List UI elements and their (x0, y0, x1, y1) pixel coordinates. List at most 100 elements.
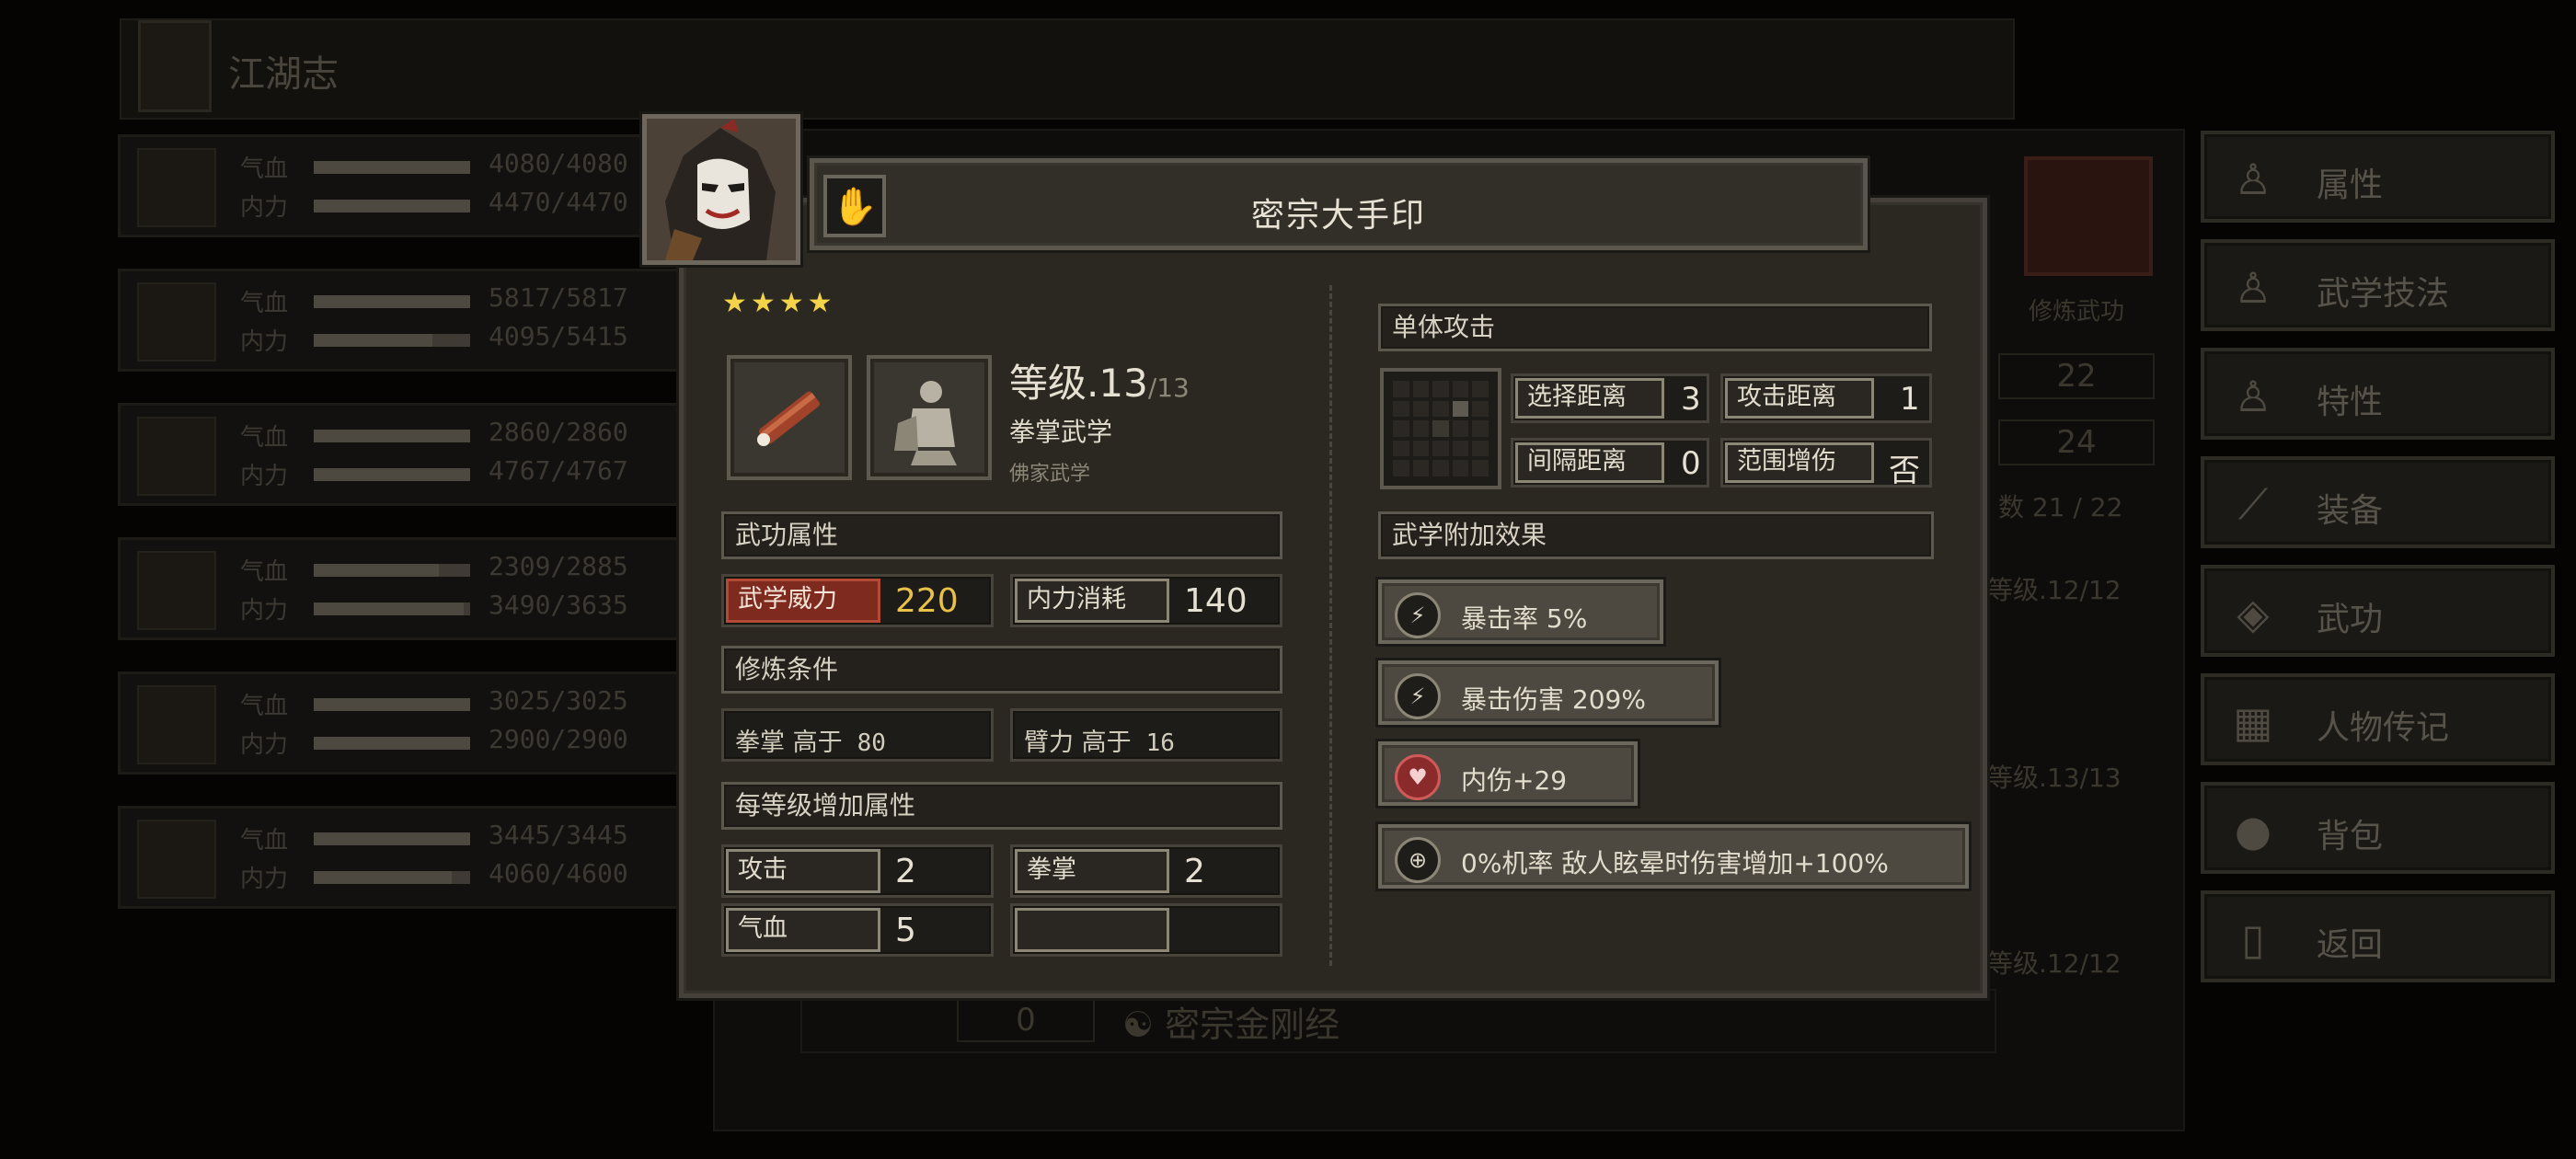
power-cell: 武学威力 220 (721, 574, 994, 627)
party-member-card[interactable]: 气血 内力 3025/3025 2900/2900 (118, 671, 707, 775)
level-current: 13 (1098, 361, 1148, 406)
hp-value: 3025/3025 (489, 685, 628, 716)
avatar (137, 820, 216, 899)
menu-attributes-button[interactable]: ♙ 属性 (2201, 131, 2555, 223)
range-grid (1380, 368, 1501, 489)
avatar (137, 148, 216, 227)
party-member-card[interactable]: 气血 内力 4080/4080 4470/4470 (118, 134, 707, 237)
hp-value: 3445/3445 (489, 820, 628, 850)
menu-bag-button[interactable]: ● 背包 (2201, 782, 2555, 874)
stat-box: 24 (1998, 419, 2155, 465)
skill-name: 密宗大手印 (1250, 197, 1426, 235)
character-portrait (642, 114, 800, 265)
mp-bar (314, 737, 470, 750)
gap-range-value: 0 (1681, 445, 1701, 482)
page-title: 江湖志 (228, 53, 339, 96)
mp-value: 3490/3635 (489, 590, 628, 620)
attack-range-label: 攻击距离 (1725, 378, 1874, 419)
mp-value: 4470/4470 (489, 187, 628, 217)
mp-bar (314, 602, 470, 615)
per-level-cell: 气血 5 (721, 903, 994, 957)
menu-label: 装备 (2317, 492, 2384, 530)
party-member-card[interactable]: 气血 内力 5817/5817 4095/5415 (118, 269, 707, 372)
aoe-bonus-value: 否 (1889, 453, 1920, 489)
mp-label: 内力 (240, 194, 289, 222)
mp-cost-value: 140 (1184, 582, 1248, 620)
per-level-label: 拳掌 (1015, 849, 1169, 893)
requirement-text: 臂力 高于 16 (1024, 722, 1175, 758)
hp-value: 4080/4080 (489, 148, 628, 178)
gap-range-cell: 间隔距离 0 (1511, 438, 1709, 488)
book-icon (138, 20, 212, 112)
menu-back-button[interactable]: ▯ 返回 (2201, 890, 2555, 982)
stat-box: 22 (1998, 353, 2155, 399)
effect-text: 暴击伤害 209% (1461, 684, 1646, 715)
effect-text: 暴击率 5% (1461, 603, 1588, 634)
requirement-cell: 臂力 高于 16 (1010, 708, 1282, 762)
hp-value: 5817/5817 (489, 282, 628, 313)
gap-range-label: 间隔距离 (1515, 442, 1664, 483)
party-member-card[interactable]: 气血 内力 2860/2860 4767/4767 (118, 403, 707, 506)
hp-label: 气血 (240, 827, 289, 855)
door-icon: ▯ (2241, 914, 2265, 964)
mp-bar (314, 334, 470, 347)
skill-figure-slot[interactable] (867, 355, 992, 480)
hp-label: 气血 (240, 290, 289, 317)
per-level-empty-cell (1010, 903, 1282, 957)
cultivate-skill-icon[interactable] (2024, 156, 2153, 276)
per-level-value: 2 (895, 853, 916, 890)
target-icon: ⊕ (1395, 837, 1441, 883)
requirement-cell: 拳掌 高于 80 (721, 708, 994, 762)
per-level-label: 攻击 (726, 849, 880, 893)
per-level-empty-label (1015, 908, 1169, 952)
mp-label: 内力 (240, 731, 289, 759)
scroll-icon (757, 391, 820, 446)
requirement-value: 80 (857, 729, 886, 757)
martial-technique-icon: ♙ (2234, 263, 2272, 313)
hp-label: 气血 (240, 558, 289, 586)
hp-bar (314, 698, 470, 711)
skill-title-bar: 密宗大手印 (810, 158, 1868, 250)
header-bar (120, 18, 2015, 120)
per-level-cell: 拳掌 2 (1010, 844, 1282, 898)
party-member-card[interactable]: 气血 内力 2309/2885 3490/3635 (118, 537, 707, 640)
power-label: 武学威力 (726, 579, 880, 623)
mp-label: 内力 (240, 463, 289, 490)
aoe-bonus-cell: 范围增伤 否 (1720, 438, 1932, 489)
menu-equipment-button[interactable]: ⟋ 装备 (2201, 456, 2555, 548)
per-level-header: 每等级增加属性 (721, 782, 1282, 830)
menu-skills-button[interactable]: ◈ 武功 (2201, 565, 2555, 657)
mp-bar (314, 200, 470, 212)
power-value: 220 (895, 582, 959, 620)
skill-name: 密宗金刚经 (1165, 1004, 1340, 1045)
person-icon: ♙ (2234, 155, 2272, 204)
hp-bar (314, 161, 470, 174)
lightning-icon: ⚡ (1395, 673, 1441, 719)
attack-range-cell: 攻击距离 1 (1720, 373, 1932, 423)
menu-label: 武功 (2317, 601, 2384, 638)
biography-icon: ▦ (2233, 697, 2273, 747)
hp-bar (314, 832, 470, 845)
select-range-label: 选择距离 (1515, 378, 1664, 419)
effect-item: ⚡ 暴击伤害 209% (1378, 660, 1719, 725)
hp-bar (314, 564, 470, 577)
effects-header: 武学附加效果 (1378, 511, 1934, 559)
avatar (137, 551, 216, 630)
star-rating: ★★★★ (722, 287, 836, 319)
menu-techniques-button[interactable]: ♙ 武学技法 (2201, 239, 2555, 331)
select-range-cell: 选择距离 3 (1511, 373, 1709, 423)
cultivate-skill-label: 修炼武功 (2029, 298, 2125, 326)
bag-icon: ● (2234, 806, 2272, 855)
mp-value: 2900/2900 (489, 724, 628, 754)
broken-heart-icon: ♥ (1395, 754, 1441, 800)
skill-level: 等级.12/12 (1987, 948, 2122, 979)
level-label: 等级. (1009, 361, 1099, 406)
menu-traits-button[interactable]: ♙ 特性 (2201, 348, 2555, 440)
per-level-label: 气血 (726, 908, 880, 952)
menu-biography-button[interactable]: ▦ 人物传记 (2201, 673, 2555, 765)
party-member-card[interactable]: 气血 内力 3445/3445 4060/4600 (118, 806, 707, 909)
lightning-icon: ⚡ (1395, 592, 1441, 638)
requirements-header: 修炼条件 (721, 646, 1282, 694)
weapon-slot[interactable] (727, 355, 852, 480)
requirement-text: 拳掌 高于 80 (735, 722, 886, 758)
